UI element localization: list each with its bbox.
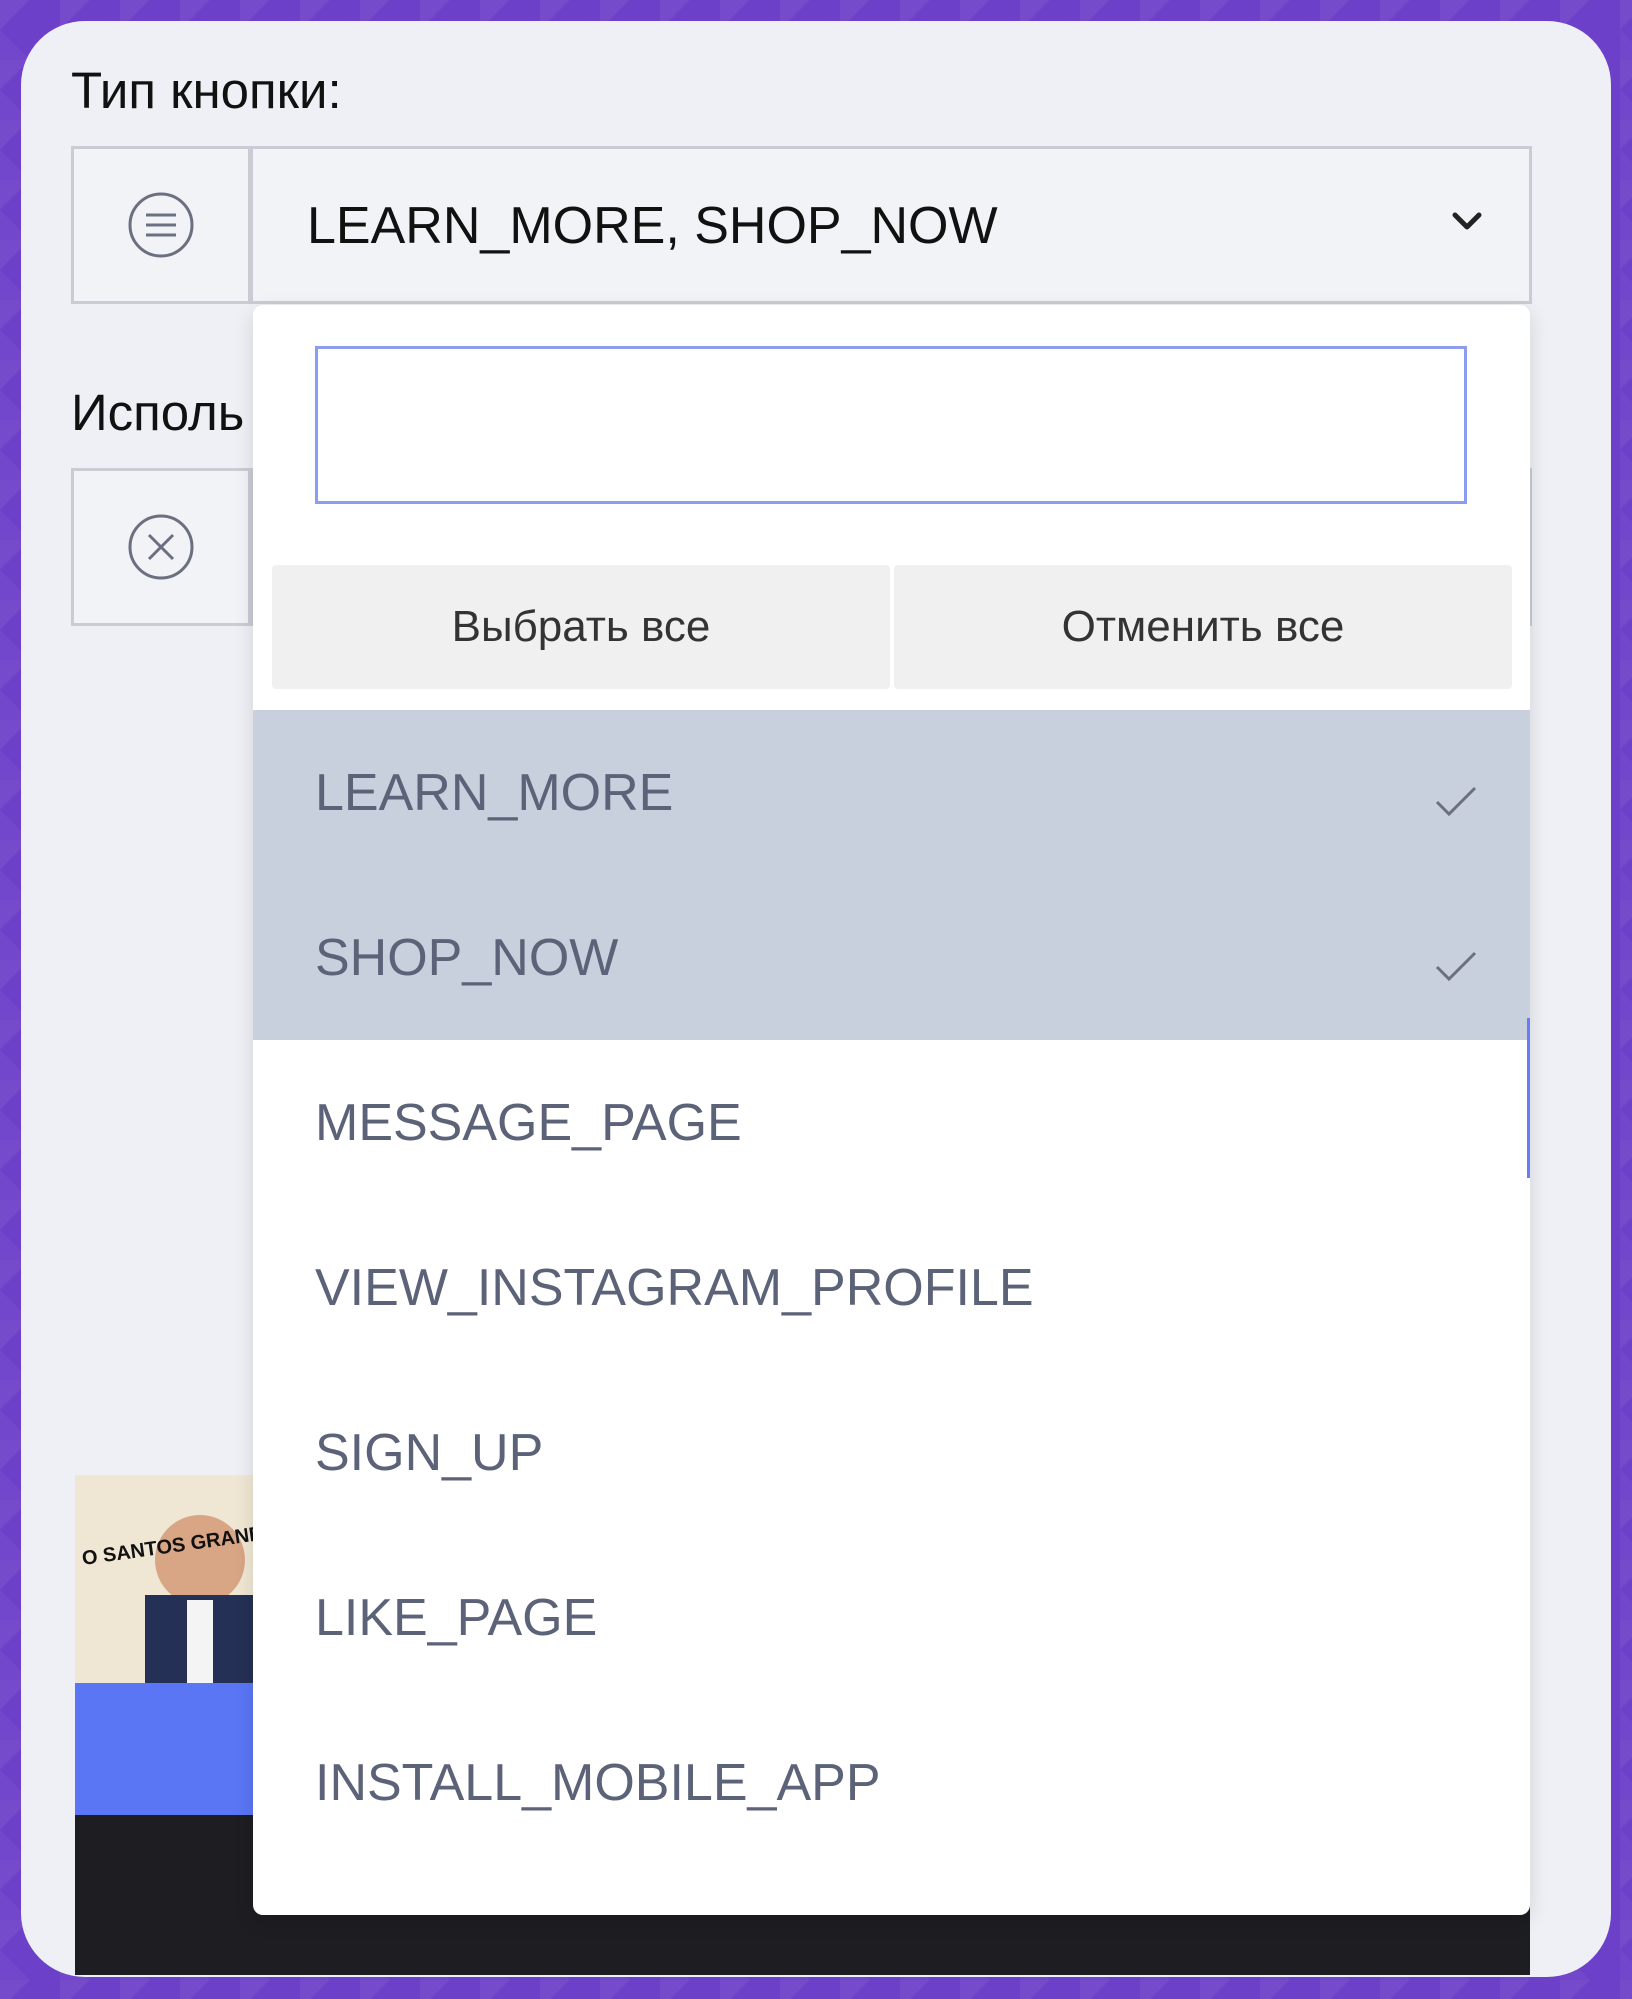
deselect-all-button[interactable]: Отменить все	[894, 565, 1512, 689]
dropdown-scrollbar[interactable]	[1527, 1018, 1530, 1178]
close-icon-cell[interactable]	[71, 468, 251, 626]
checkmark-icon	[1435, 786, 1477, 817]
option-install-mobile-app[interactable]: INSTALL_MOBILE_APP	[253, 1700, 1530, 1865]
dropdown-actions: Выбрать все Отменить все	[272, 565, 1512, 689]
second-field-label: Исполь	[71, 384, 245, 441]
option-view-instagram-profile[interactable]: VIEW_INSTAGRAM_PROFILE	[253, 1205, 1530, 1370]
list-icon-cell	[71, 146, 251, 304]
checkmark-icon	[1435, 951, 1477, 982]
option-label: VIEW_INSTAGRAM_PROFILE	[315, 1258, 1034, 1317]
list-icon	[128, 192, 194, 258]
option-label: LEARN_MORE	[315, 763, 674, 822]
button-type-dropdown: Выбрать все Отменить все LEARN_MORE SHOP…	[253, 305, 1530, 1915]
ad-thumbnail-image: O SANTOS GRANDE DE NOVO	[75, 1475, 253, 1683]
option-label: MESSAGE_PAGE	[315, 1093, 742, 1152]
ad-blue-bar	[75, 1683, 253, 1815]
close-circle-icon[interactable]	[126, 512, 196, 582]
option-label: INSTALL_MOBILE_APP	[315, 1753, 881, 1812]
option-label: LIKE_PAGE	[315, 1588, 598, 1647]
option-message-page[interactable]: MESSAGE_PAGE	[253, 1040, 1530, 1205]
option-learn-more[interactable]: LEARN_MORE	[253, 710, 1530, 875]
settings-panel: Тип кнопки: LEARN_MORE, SHOP_NOW Исполь	[21, 21, 1611, 1977]
option-label: SIGN_UP	[315, 1423, 544, 1482]
option-sign-up[interactable]: SIGN_UP	[253, 1370, 1530, 1535]
dropdown-search-input[interactable]	[315, 346, 1467, 504]
button-type-label: Тип кнопки:	[71, 62, 342, 119]
button-type-selected-value: LEARN_MORE, SHOP_NOW	[307, 197, 998, 255]
chevron-down-icon[interactable]	[1447, 201, 1487, 241]
option-label: SHOP_NOW	[315, 928, 619, 987]
ad-thumbnail-art: O SANTOS GRANDE DE NOVO	[75, 1475, 253, 1683]
select-all-button[interactable]: Выбрать все	[272, 565, 890, 689]
option-shop-now[interactable]: SHOP_NOW	[253, 875, 1530, 1040]
option-like-page[interactable]: LIKE_PAGE	[253, 1535, 1530, 1700]
